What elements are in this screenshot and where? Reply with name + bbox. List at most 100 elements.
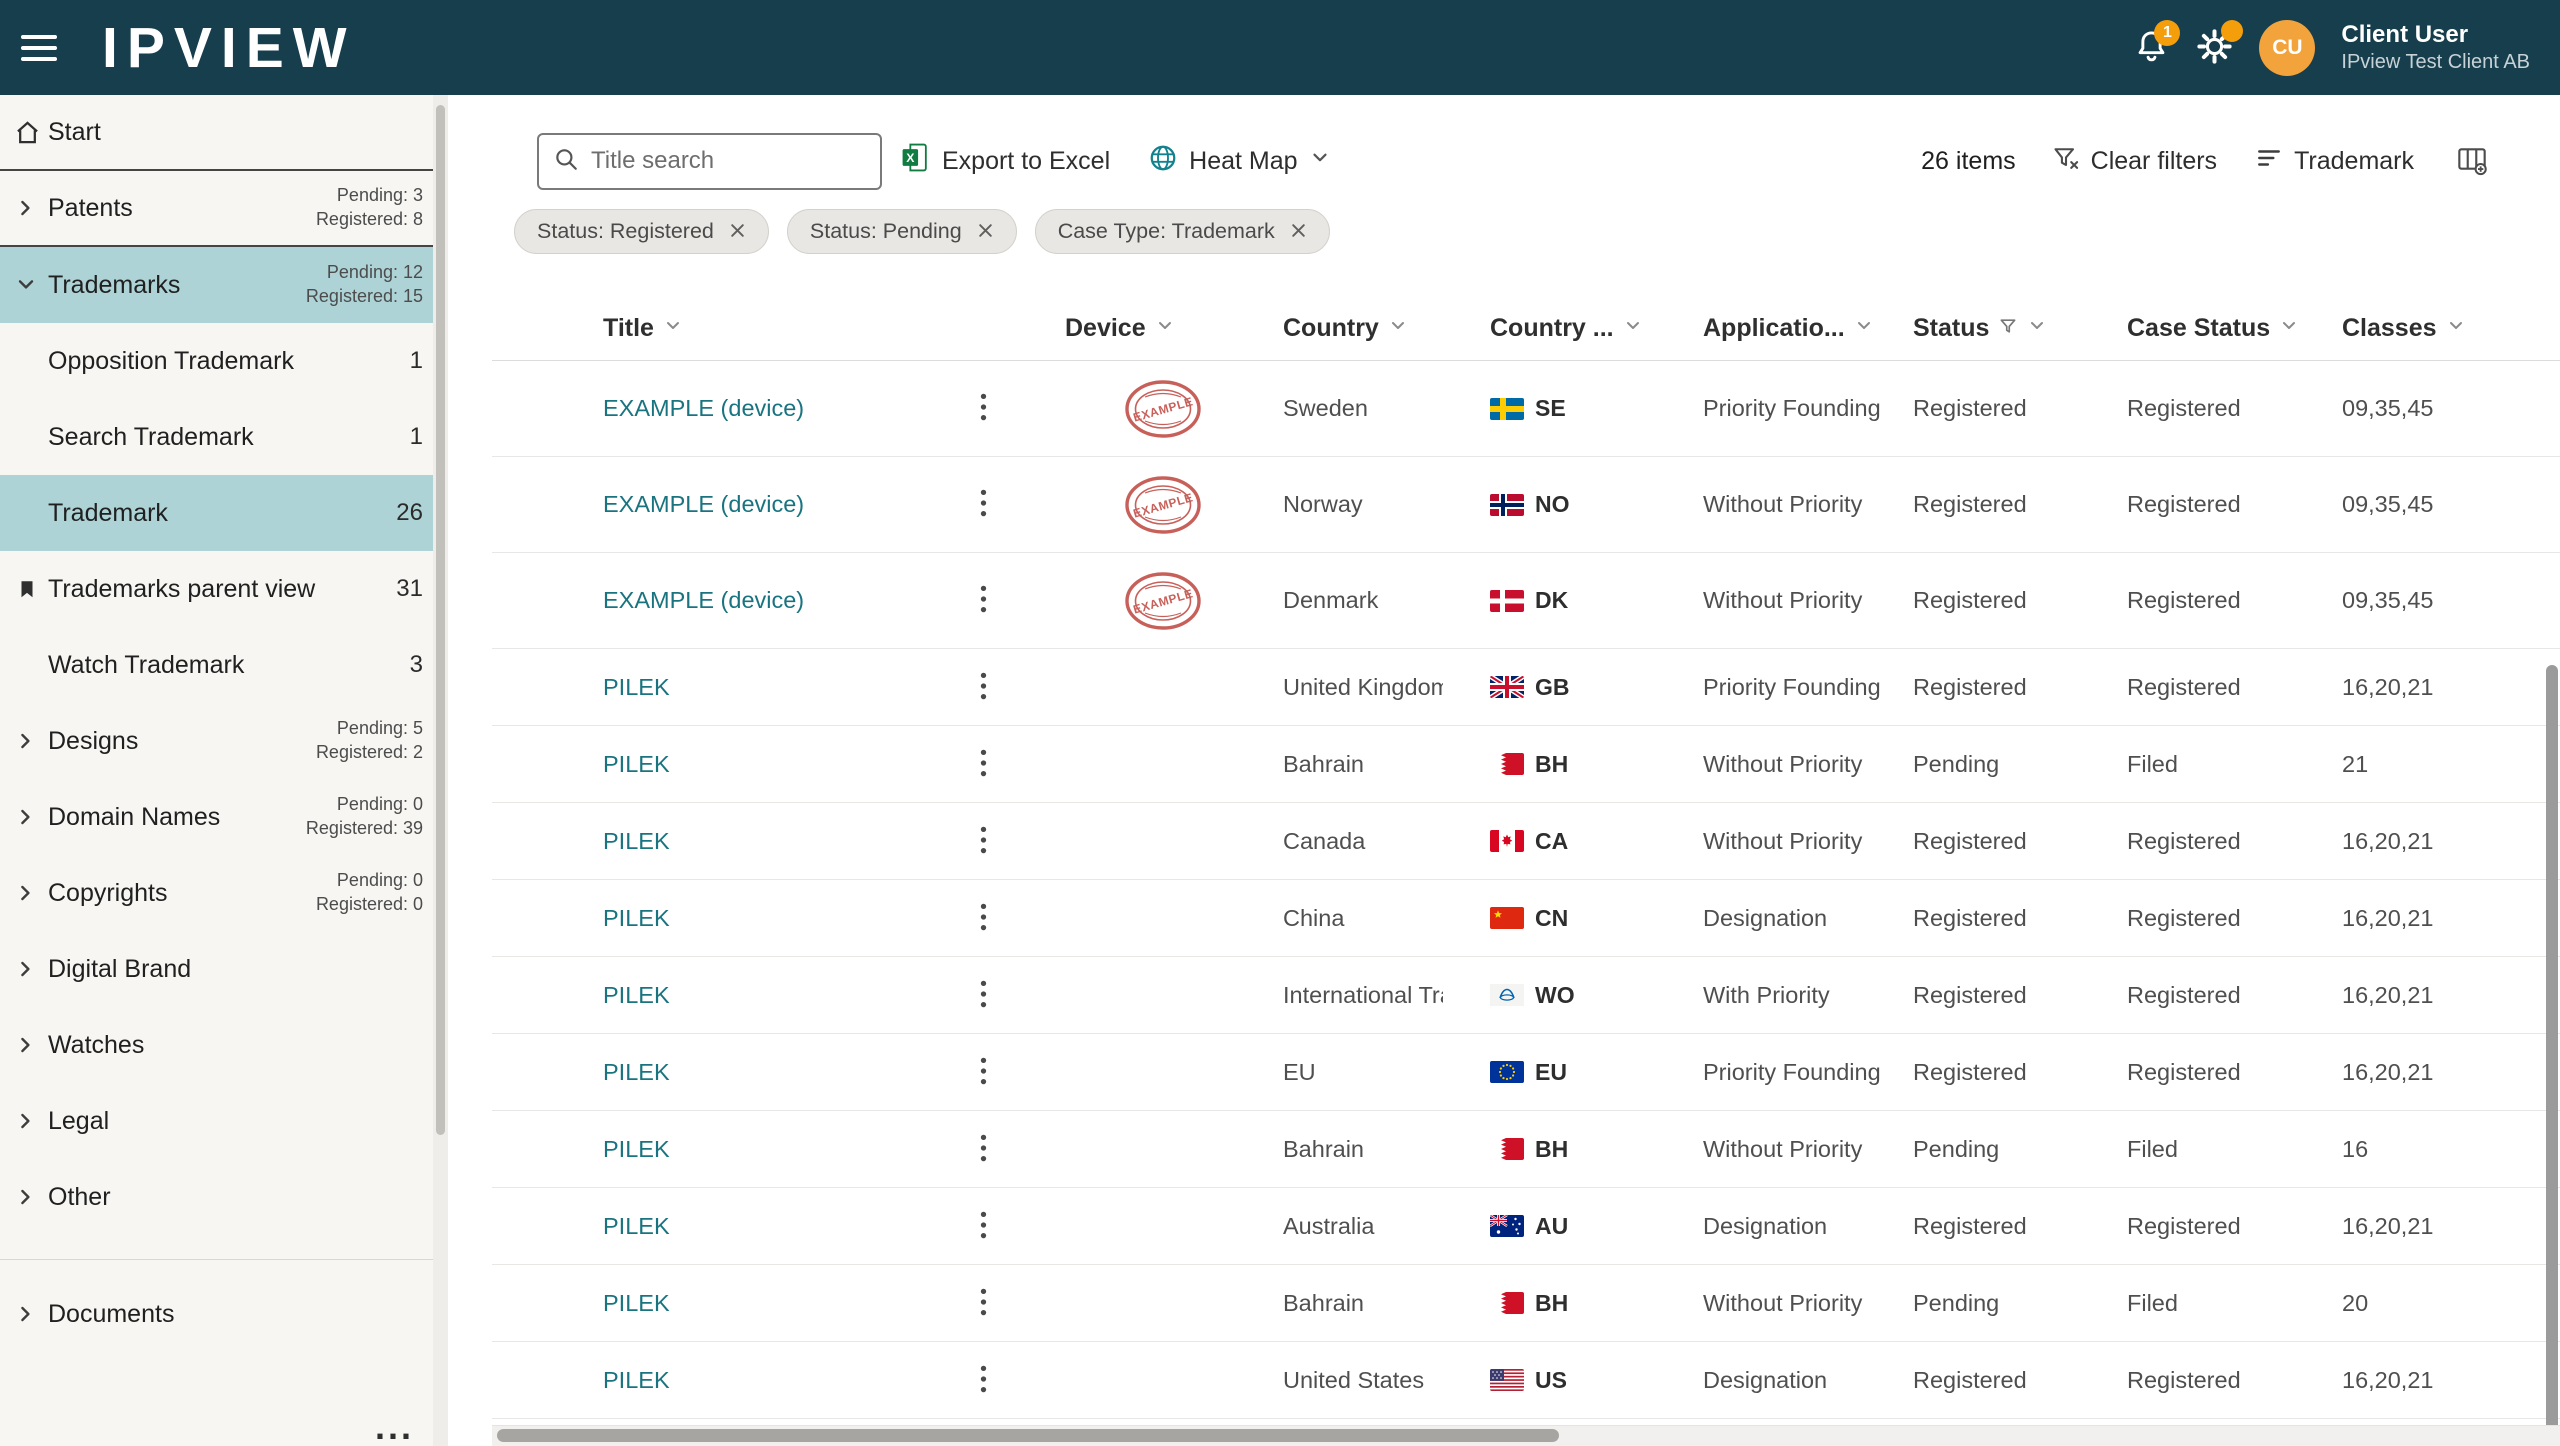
hamburger-menu-button[interactable]	[21, 28, 65, 68]
title-link[interactable]: EXAMPLE (device)	[603, 491, 804, 518]
column-header-country[interactable]: Country	[1238, 314, 1443, 343]
main-content: X Export to Excel Heat Map 26 items Cle	[448, 95, 2560, 1446]
row-menu-button[interactable]	[979, 746, 988, 783]
title-link[interactable]: PILEK	[603, 751, 670, 778]
sidebar-item-copyrights[interactable]: CopyrightsPending: 0Registered: 0	[0, 855, 448, 931]
title-link[interactable]: PILEK	[603, 1136, 670, 1163]
column-header-status[interactable]: Status	[1913, 314, 2127, 343]
table-row[interactable]: PILEKBahrainBHWithout PriorityPendingFil…	[492, 1111, 2560, 1188]
sidebar-item-patents[interactable]: PatentsPending: 3Registered: 8	[0, 171, 448, 247]
view-preset-button[interactable]: Trademark	[2255, 145, 2414, 178]
remove-filter-button[interactable]	[729, 222, 746, 242]
row-menu-button[interactable]	[979, 1362, 988, 1399]
title-link[interactable]: EXAMPLE (device)	[603, 587, 804, 614]
column-header-title[interactable]: Title	[603, 314, 953, 343]
title-link[interactable]: PILEK	[603, 905, 670, 932]
case-status: Filed	[2127, 1290, 2178, 1317]
remove-filter-button[interactable]	[977, 222, 994, 242]
sidebar-item-other[interactable]: Other	[0, 1159, 448, 1235]
sidebar-item-digital-brand[interactable]: Digital Brand	[0, 931, 448, 1007]
title-link[interactable]: PILEK	[603, 1059, 670, 1086]
sidebar-item-domain-names[interactable]: Domain NamesPending: 0Registered: 39	[0, 779, 448, 855]
chevron-right-icon	[14, 1109, 48, 1133]
title-link[interactable]: PILEK	[603, 828, 670, 855]
column-header-applicatio[interactable]: Applicatio...	[1703, 314, 1913, 343]
row-menu-button[interactable]	[979, 582, 988, 619]
sidebar-item-legal[interactable]: Legal	[0, 1083, 448, 1159]
vertical-scrollbar[interactable]	[2546, 665, 2558, 1435]
column-header-classes[interactable]: Classes	[2342, 314, 2502, 343]
title-link[interactable]: PILEK	[603, 1367, 670, 1394]
country-code: NO	[1535, 491, 1570, 518]
app-logo: IPVIEW	[102, 15, 356, 81]
search-icon	[553, 146, 589, 177]
table-row[interactable]: EXAMPLE (device)EXAMPLEDenmarkDKWithout …	[492, 553, 2560, 649]
title-link[interactable]: PILEK	[603, 674, 670, 701]
filter-chip-label: Case Type: Trademark	[1058, 219, 1275, 244]
avatar[interactable]: CU	[2259, 20, 2315, 76]
column-label: Case Status	[2127, 314, 2270, 343]
table-row[interactable]: PILEKAustraliaAUDesignationRegisteredReg…	[492, 1188, 2560, 1265]
table-row[interactable]: PILEKUnited KingdomGBPriority FoundingRe…	[492, 649, 2560, 726]
heat-map-button[interactable]: Heat Map	[1148, 143, 1330, 180]
table-row[interactable]: PILEKCanadaCAWithout PriorityRegisteredR…	[492, 803, 2560, 880]
sidebar-item-start[interactable]: Start	[0, 95, 448, 171]
status: Registered	[1913, 674, 2027, 701]
clear-filters-button[interactable]: Clear filters	[2052, 144, 2217, 179]
table-row[interactable]: PILEKInternational TrademarkWOWith Prior…	[492, 957, 2560, 1034]
row-menu-button[interactable]	[979, 823, 988, 860]
column-header-country[interactable]: Country ...	[1443, 314, 1703, 343]
table-row[interactable]: PILEKEUEUPriority FoundingRegisteredRegi…	[492, 1034, 2560, 1111]
row-menu-button[interactable]	[979, 1285, 988, 1322]
title-link[interactable]: PILEK	[603, 1213, 670, 1240]
sidebar-item-label: Copyrights	[48, 879, 168, 908]
sidebar-item-trademarks[interactable]: TrademarksPending: 12Registered: 15	[0, 247, 448, 323]
row-menu-button[interactable]	[979, 977, 988, 1014]
sort-chevron-icon	[1388, 314, 1408, 343]
title-link[interactable]: PILEK	[603, 1290, 670, 1317]
horizontal-scrollbar-track[interactable]	[492, 1425, 2560, 1446]
sidebar-more-button[interactable]: ...	[369, 1408, 420, 1446]
settings-button[interactable]	[2196, 28, 2233, 68]
horizontal-scrollbar[interactable]	[497, 1429, 1559, 1442]
title-link[interactable]: PILEK	[603, 982, 670, 1009]
sidebar-item-trademark[interactable]: Trademark26	[0, 475, 448, 551]
remove-filter-button[interactable]	[1290, 222, 1307, 242]
sidebar-item-opposition-trademark[interactable]: Opposition Trademark1	[0, 323, 448, 399]
row-menu-button[interactable]	[979, 390, 988, 427]
application-type: Priority Founding	[1703, 674, 1881, 701]
export-excel-button[interactable]: X Export to Excel	[900, 142, 1110, 180]
flag-ca-icon	[1490, 830, 1524, 852]
row-menu-button[interactable]	[979, 486, 988, 523]
sidebar-scrollbar[interactable]	[436, 105, 445, 1135]
column-header-case-status[interactable]: Case Status	[2127, 314, 2342, 343]
country-code: WO	[1535, 982, 1575, 1009]
table-row[interactable]: PILEKUnited StatesUSDesignationRegistere…	[492, 1342, 2560, 1419]
sidebar-item-documents[interactable]: Documents	[0, 1276, 448, 1352]
sidebar-item-watch-trademark[interactable]: Watch Trademark3	[0, 627, 448, 703]
row-menu-button[interactable]	[979, 1054, 988, 1091]
flag-us-icon	[1490, 1369, 1524, 1391]
title-link[interactable]: EXAMPLE (device)	[603, 395, 804, 422]
table-row[interactable]: PILEKBahrainBHWithout PriorityPendingFil…	[492, 726, 2560, 803]
sidebar-item-search-trademark[interactable]: Search Trademark1	[0, 399, 448, 475]
table-row[interactable]: PILEKChinaCNDesignationRegisteredRegiste…	[492, 880, 2560, 957]
table-row[interactable]: EXAMPLE (device)EXAMPLENorwayNOWithout P…	[492, 457, 2560, 553]
column-settings-button[interactable]	[2456, 144, 2488, 179]
column-header-device[interactable]: Device	[1013, 314, 1238, 343]
sidebar-item-designs[interactable]: DesignsPending: 5Registered: 2	[0, 703, 448, 779]
status: Registered	[1913, 982, 2027, 1009]
sidebar-item-trademarks-parent-view[interactable]: Trademarks parent view31	[0, 551, 448, 627]
notifications-button[interactable]: 1	[2133, 28, 2170, 68]
sidebar-item-watches[interactable]: Watches	[0, 1007, 448, 1083]
title-search-input[interactable]	[589, 146, 866, 176]
sidebar-item-label: Patents	[48, 194, 133, 223]
row-menu-button[interactable]	[979, 1131, 988, 1168]
table-row[interactable]: EXAMPLE (device)EXAMPLESwedenSEPriority …	[492, 361, 2560, 457]
row-menu-button[interactable]	[979, 900, 988, 937]
table-row[interactable]: PILEKBahrainBHWithout PriorityPendingFil…	[492, 1265, 2560, 1342]
row-menu-button[interactable]	[979, 669, 988, 706]
country-code: EU	[1535, 1059, 1567, 1086]
row-menu-button[interactable]	[979, 1208, 988, 1245]
case-status: Registered	[2127, 1367, 2241, 1394]
